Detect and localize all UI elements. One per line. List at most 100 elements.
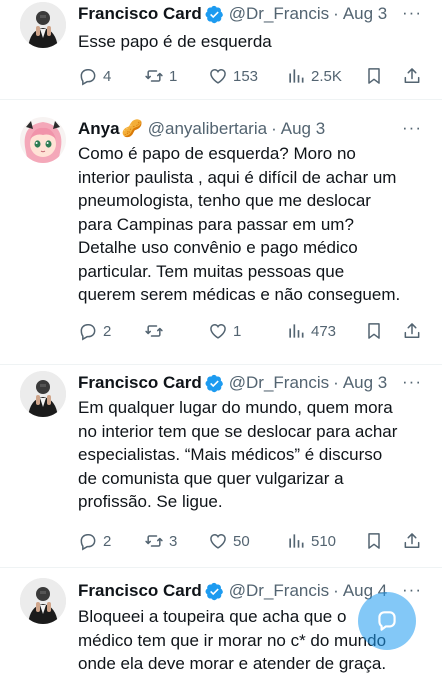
views-button[interactable]: 510 <box>286 531 364 551</box>
text-line: profissão. Se ligue. <box>78 492 223 511</box>
like-count: 50 <box>233 532 250 550</box>
avatar[interactable] <box>20 117 66 163</box>
like-icon <box>210 533 226 549</box>
tweet-header: Francisco Card @Dr_Francis · Aug 3 <box>78 3 428 25</box>
tweet-date[interactable]: Aug 3 <box>343 373 387 393</box>
author-handle[interactable]: @Dr_Francis <box>229 373 329 393</box>
action-bar: 4 1 153 2.5K <box>78 64 426 88</box>
share-icon <box>404 68 420 83</box>
tweet-2[interactable]: Anya 🥜 @anyalibertaria · Aug 3 ··· Como … <box>0 100 442 364</box>
like-icon <box>210 68 226 84</box>
reply-count: 2 <box>103 532 112 550</box>
tweet-date[interactable]: Aug 3 <box>343 4 387 24</box>
text-line: pneumologista, tenho que me deslocar <box>78 191 371 210</box>
like-button[interactable]: 153 <box>208 66 286 86</box>
views-icon <box>289 534 304 548</box>
bookmark-button[interactable] <box>364 531 402 551</box>
avatar[interactable] <box>20 578 66 624</box>
author-name[interactable]: Francisco Card <box>78 373 202 393</box>
retweet-count: 3 <box>169 532 178 550</box>
retweet-count: 1 <box>169 67 178 85</box>
reply-count: 2 <box>103 322 112 340</box>
retweet-button[interactable]: 3 <box>144 531 208 551</box>
reply-button[interactable]: 2 <box>78 531 144 551</box>
bookmark-icon <box>368 323 380 339</box>
text-line: particular. Tem muitas pessoas que <box>78 261 345 281</box>
author-name[interactable]: Anya <box>78 119 120 139</box>
reply-icon <box>80 324 96 341</box>
tweet-1[interactable]: Francisco Card @Dr_Francis · Aug 3 ··· E… <box>0 0 442 98</box>
views-icon <box>289 69 304 83</box>
more-options-icon[interactable]: ··· <box>402 580 422 600</box>
share-button[interactable] <box>402 66 426 86</box>
text-line: Detalhe uso convênio e pago médico <box>78 238 358 257</box>
share-icon <box>404 533 420 548</box>
views-button[interactable]: 2.5K <box>286 66 364 86</box>
views-count: 473 <box>311 322 337 340</box>
views-icon <box>289 324 304 338</box>
like-icon <box>210 323 226 339</box>
retweet-icon <box>145 325 163 337</box>
reply-icon <box>80 69 96 86</box>
text-line: de comunista que quer vulgarizar a <box>78 468 344 488</box>
bookmark-button[interactable] <box>364 321 402 341</box>
tweet-text: Em qualquer lugar do mundo, quem mora no… <box>78 396 422 514</box>
bookmark-icon <box>368 533 380 549</box>
tweet-date[interactable]: Aug 3 <box>281 119 325 139</box>
separator-dot: · <box>333 373 339 392</box>
text-line: especialistas. “Mais médicos” é discurso <box>78 445 383 464</box>
bookmark-button[interactable] <box>364 66 402 86</box>
text-line: Esse papo é de esquerda <box>78 32 272 51</box>
retweet-icon <box>145 535 163 547</box>
verified-badge-icon <box>205 582 224 601</box>
more-options-icon[interactable]: ··· <box>402 372 422 392</box>
tweet-header: Anya 🥜 @anyalibertaria · Aug 3 <box>78 118 428 140</box>
text-line: para Campinas para passar em um? <box>78 214 354 234</box>
action-bar: 2 3 50 510 <box>78 529 426 553</box>
text-line: interior paulista , aqui é difícil de ac… <box>78 167 397 187</box>
share-button[interactable] <box>402 321 426 341</box>
compose-button[interactable] <box>358 592 416 650</box>
retweet-button[interactable]: 1 <box>144 66 208 86</box>
author-handle[interactable]: @Dr_Francis <box>229 4 329 24</box>
like-button[interactable]: 1 <box>208 321 286 341</box>
separator-dot: · <box>333 581 339 600</box>
text-line: Em qualquer lugar do mundo, quem mora <box>78 398 393 417</box>
action-bar: 2 1 473 <box>78 319 426 343</box>
separator-dot: · <box>333 4 339 23</box>
views-button[interactable]: 473 <box>286 321 364 341</box>
reply-icon <box>80 534 96 551</box>
tweet-text: Esse papo é de esquerda <box>78 30 422 54</box>
reply-button[interactable]: 4 <box>78 66 144 86</box>
more-options-icon[interactable]: ··· <box>402 3 422 23</box>
tweet-text: Como é papo de esquerda? Moro no interio… <box>78 142 422 307</box>
like-count: 153 <box>233 67 259 85</box>
avatar[interactable] <box>20 2 66 48</box>
more-options-icon[interactable]: ··· <box>402 118 422 138</box>
text-line: no interior tem que se deslocar para ach… <box>78 421 398 441</box>
share-icon <box>404 323 420 338</box>
retweet-icon <box>145 70 163 82</box>
avatar[interactable] <box>20 371 66 417</box>
text-line: Como é papo de esquerda? Moro no <box>78 144 356 163</box>
share-button[interactable] <box>402 531 426 551</box>
bookmark-icon <box>368 68 380 84</box>
retweet-button[interactable] <box>144 321 208 341</box>
author-handle[interactable]: @Dr_Francis <box>229 581 329 601</box>
text-line: onde ela deve morar e atender de graça. <box>78 654 387 673</box>
tweet-3[interactable]: Francisco Card @Dr_Francis · Aug 3 ··· E… <box>0 365 442 567</box>
text-line: querem serem médicas e não conseguem. <box>78 285 401 304</box>
views-count: 2.5K <box>311 67 342 85</box>
verified-badge-icon <box>205 5 224 24</box>
reply-count: 4 <box>103 67 112 85</box>
like-button[interactable]: 50 <box>208 531 286 551</box>
separator-dot: · <box>271 119 277 138</box>
reply-button[interactable]: 2 <box>78 321 144 341</box>
compose-icon <box>378 611 396 631</box>
like-count: 1 <box>233 322 242 340</box>
author-name[interactable]: Francisco Card <box>78 581 202 601</box>
peanut-emoji: 🥜 <box>121 119 143 138</box>
author-handle[interactable]: @anyalibertaria <box>148 119 267 139</box>
tweet-header: Francisco Card @Dr_Francis · Aug 3 <box>78 372 428 394</box>
author-name[interactable]: Francisco Card <box>78 4 202 24</box>
